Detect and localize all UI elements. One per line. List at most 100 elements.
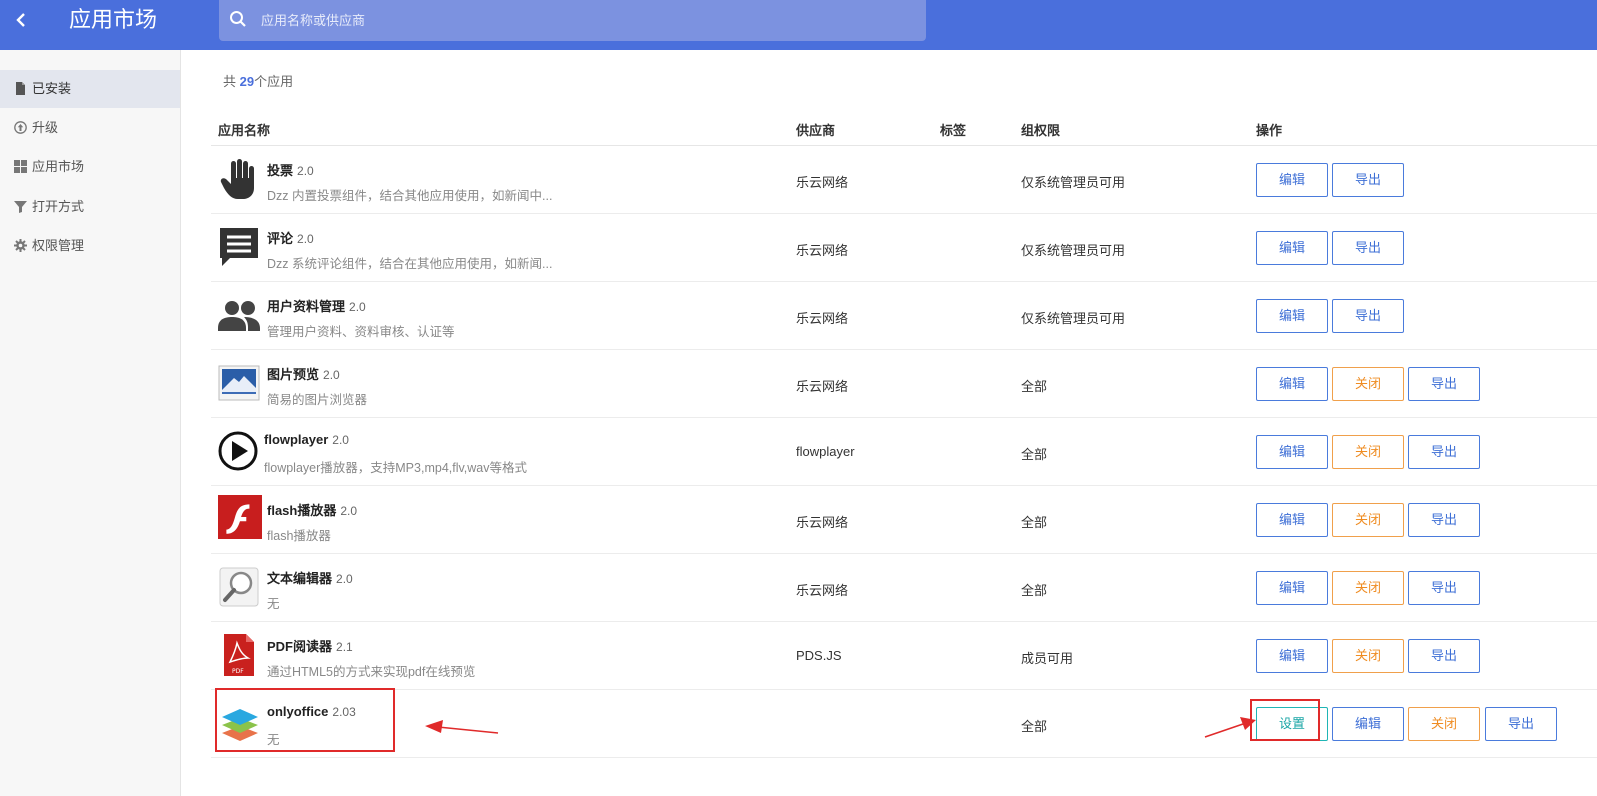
export-button[interactable]: 导出 (1408, 503, 1480, 537)
app-name: 投票 2.0 (267, 163, 314, 178)
play-icon (218, 431, 258, 471)
app-name: PDF阅读器 2.1 (267, 639, 353, 654)
edit-button[interactable]: 编辑 (1256, 639, 1328, 673)
table-row: PDF PDF阅读器 2.1 通过HTML5的方式来实现pdf在线预览 PDS.J… (211, 622, 1597, 690)
sidebar-item-open-method[interactable]: 打开方式 (0, 188, 180, 226)
export-button[interactable]: 导出 (1332, 163, 1404, 197)
app-permission: 仅系统管理员可用 (1021, 243, 1126, 258)
table-row: flash播放器 2.0 flash播放器 乐云网络 全部 编辑 关闭 导出 (211, 486, 1597, 554)
app-permission: 全部 (1021, 515, 1048, 530)
search-input[interactable] (261, 8, 861, 32)
back-button[interactable] (12, 8, 32, 32)
close-button[interactable]: 关闭 (1332, 571, 1404, 605)
app-name: 评论 2.0 (267, 231, 314, 246)
edit-button[interactable]: 编辑 (1256, 367, 1328, 401)
app-description: flowplayer播放器，支持MP3,mp4,flv,wav等格式 (264, 461, 528, 475)
svg-text:PDF: PDF (232, 668, 244, 675)
export-button[interactable]: 导出 (1408, 571, 1480, 605)
hand-icon (220, 159, 254, 199)
app-name: 用户资料管理 2.0 (267, 299, 366, 314)
header-permission: 组权限 (1021, 123, 1061, 138)
table-row: onlyoffice 2.03 无 全部 设置 编辑 关闭 导出 (211, 690, 1597, 758)
header-name: 应用名称 (218, 123, 271, 138)
comment-icon (220, 228, 258, 266)
app-vendor: 乐云网络 (796, 311, 849, 326)
app-version: 2.0 (336, 572, 353, 586)
search-box[interactable] (219, 0, 926, 41)
header-actions: 操作 (1256, 123, 1283, 138)
filter-icon (14, 201, 27, 213)
close-button[interactable]: 关闭 (1332, 367, 1404, 401)
app-name: 文本编辑器 2.0 (267, 571, 353, 586)
edit-button[interactable]: 编辑 (1256, 231, 1328, 265)
chevron-left-icon (16, 13, 25, 27)
gear-icon (14, 239, 27, 252)
export-button[interactable]: 导出 (1332, 299, 1404, 333)
app-version: 2.0 (297, 232, 314, 246)
app-version: 2.0 (349, 300, 366, 314)
grid-icon (14, 160, 27, 173)
app-description: 通过HTML5的方式来实现pdf在线预览 (267, 665, 476, 679)
app-description: 无 (267, 597, 280, 611)
sidebar-item-label: 打开方式 (32, 199, 85, 214)
app-vendor: 乐云网络 (796, 175, 849, 190)
app-permission: 成员可用 (1021, 651, 1074, 666)
table-row: 投票 2.0 Dzz 内置投票组件，结合其他应用使用，如新闻中... 乐云网络 仅… (211, 146, 1597, 214)
annotation-box-settings (1250, 699, 1320, 741)
close-button[interactable]: 关闭 (1332, 435, 1404, 469)
app-permission: 全部 (1021, 583, 1048, 598)
top-bar: 应用市场 (0, 0, 1597, 50)
upgrade-icon (14, 121, 27, 134)
sidebar-item-label: 权限管理 (32, 238, 85, 253)
header-vendor: 供应商 (796, 123, 836, 138)
app-version: 2.1 (336, 640, 353, 654)
table-header: 应用名称 供应商 标签 组权限 操作 (211, 110, 1597, 146)
export-button[interactable]: 导出 (1332, 231, 1404, 265)
app-description: Dzz 内置投票组件，结合其他应用使用，如新闻中... (267, 189, 553, 203)
file-icon (16, 82, 25, 95)
app-version: 2.0 (340, 504, 358, 518)
close-button[interactable]: 关闭 (1332, 503, 1404, 537)
image-preview-icon (218, 365, 260, 401)
sidebar-item-market[interactable]: 应用市场 (0, 148, 180, 186)
sidebar-item-permissions[interactable]: 权限管理 (0, 227, 180, 265)
app-description: Dzz 系统评论组件，结合在其他应用使用，如新闻... (267, 257, 553, 271)
pdf-icon: PDF (224, 634, 254, 676)
app-description: flash播放器 (267, 529, 331, 543)
sidebar-item-label: 已安装 (32, 81, 72, 96)
page-title: 应用市场 (69, 7, 158, 32)
edit-button[interactable]: 编辑 (1256, 435, 1328, 469)
table-row: 评论 2.0 Dzz 系统评论组件，结合在其他应用使用，如新闻... 乐云网络 仅… (211, 214, 1597, 282)
magnifier-icon (219, 567, 259, 607)
export-button[interactable]: 导出 (1408, 639, 1480, 673)
flash-icon (218, 495, 262, 539)
app-vendor: 乐云网络 (796, 583, 849, 598)
export-button[interactable]: 导出 (1485, 707, 1557, 741)
app-count-number: 29 (239, 74, 255, 89)
app-version: 2.0 (323, 368, 340, 382)
sidebar-item-label: 应用市场 (32, 159, 85, 174)
table-row: 文本编辑器 2.0 无 乐云网络 全部 编辑 关闭 导出 (211, 554, 1597, 622)
edit-button[interactable]: 编辑 (1256, 503, 1328, 537)
edit-button[interactable]: 编辑 (1256, 163, 1328, 197)
sidebar-item-upgrade[interactable]: 升级 (0, 109, 180, 147)
edit-button[interactable]: 编辑 (1256, 571, 1328, 605)
sidebar-item-installed[interactable]: 已安装 (0, 70, 180, 108)
annotation-box-app (215, 688, 395, 752)
export-button[interactable]: 导出 (1408, 367, 1480, 401)
close-button[interactable]: 关闭 (1408, 707, 1480, 741)
app-name: flash播放器 2.0 (267, 503, 358, 518)
app-permission: 仅系统管理员可用 (1021, 311, 1126, 326)
app-permission: 全部 (1021, 379, 1048, 394)
app-permission: 仅系统管理员可用 (1021, 175, 1126, 190)
table-row: 用户资料管理 2.0 管理用户资料、资料审核、认证等 乐云网络 仅系统管理员可用 … (211, 282, 1597, 350)
app-vendor: flowplayer (796, 444, 855, 459)
app-description: 管理用户资料、资料审核、认证等 (267, 325, 455, 339)
close-button[interactable]: 关闭 (1332, 639, 1404, 673)
edit-button[interactable]: 编辑 (1256, 299, 1328, 333)
table-row: flowplayer 2.0 flowplayer播放器，支持MP3,mp4,fl… (211, 418, 1597, 486)
users-icon (218, 301, 260, 331)
export-button[interactable]: 导出 (1408, 435, 1480, 469)
edit-button[interactable]: 编辑 (1332, 707, 1404, 741)
search-icon (230, 11, 246, 27)
